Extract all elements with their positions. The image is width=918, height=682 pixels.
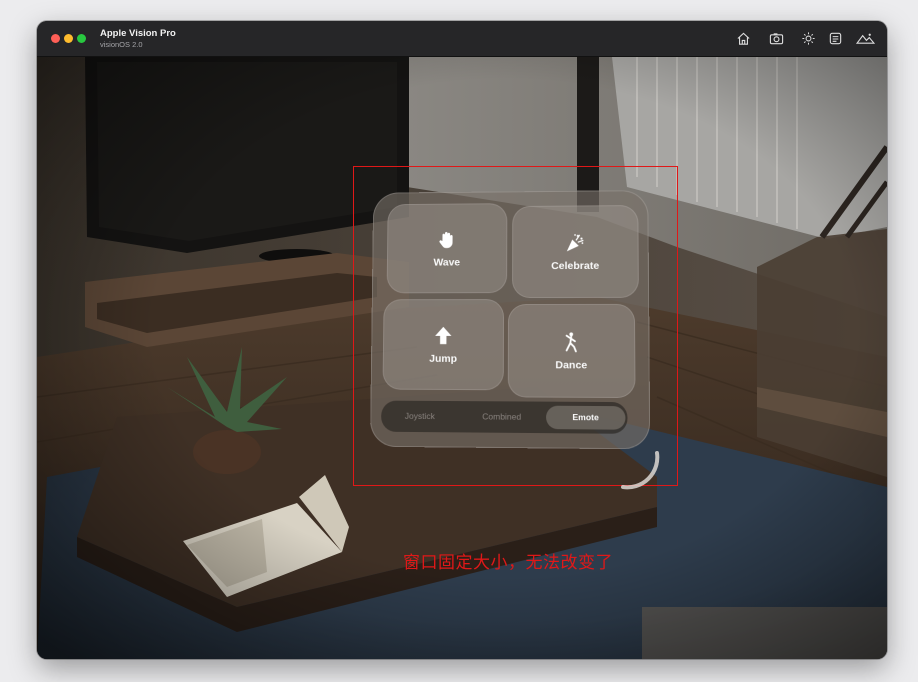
window-resize-handle[interactable] — [617, 447, 667, 497]
immersive-scene: Wave Celebrate Jump Dance Joystick Combi… — [37, 57, 887, 659]
celebrate-button[interactable]: Celebrate — [512, 205, 639, 299]
simulator-window: Apple Vision Pro visionOS 2.0 Wave Celeb… — [37, 21, 887, 659]
screenshot-icon[interactable] — [769, 31, 784, 46]
wave-label: Wave — [433, 256, 461, 269]
minimize-button[interactable] — [64, 34, 73, 43]
figure-dance-icon — [560, 331, 582, 353]
app-subtitle: visionOS 2.0 — [100, 40, 143, 49]
annotation-text: 窗口固定大小，无法改变了 — [403, 553, 613, 573]
environment-icon[interactable] — [856, 31, 875, 46]
party-popper-icon — [567, 233, 584, 252]
dance-button[interactable]: Dance — [507, 303, 636, 399]
home-icon[interactable] — [736, 31, 751, 46]
wave-button[interactable]: Wave — [386, 203, 508, 294]
celebrate-label: Celebrate — [551, 259, 600, 272]
dance-label: Dance — [555, 358, 588, 371]
arrow-up-icon — [435, 326, 452, 344]
device-icon[interactable] — [828, 31, 843, 46]
tab-joystick[interactable]: Joystick — [385, 405, 455, 429]
close-button[interactable] — [51, 34, 60, 43]
app-title: Apple Vision Pro — [100, 28, 176, 39]
tab-combined[interactable]: Combined — [467, 405, 537, 429]
tab-emote[interactable]: Emote — [546, 405, 626, 430]
emote-panel: Wave Celebrate Jump Dance Joystick Combi… — [369, 190, 651, 450]
title-bar[interactable]: Apple Vision Pro visionOS 2.0 — [37, 21, 887, 57]
zoom-button[interactable] — [77, 34, 86, 43]
mode-segmented-control: Joystick Combined Emote — [381, 400, 628, 434]
jump-button[interactable]: Jump — [382, 299, 505, 391]
brightness-icon[interactable] — [801, 31, 816, 46]
jump-label: Jump — [429, 352, 458, 365]
hand-wave-icon — [439, 231, 453, 248]
